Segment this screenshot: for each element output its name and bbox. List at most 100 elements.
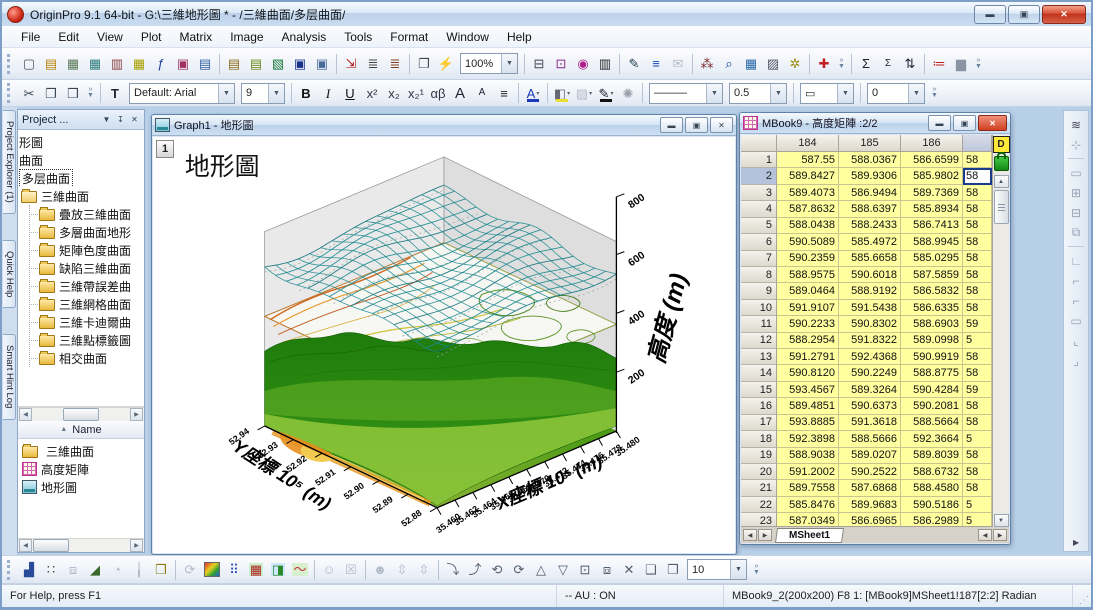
matrix-cell-partial[interactable]: 58 [963,234,992,250]
new-folder-icon[interactable]: ▤ [40,53,62,74]
file-item[interactable]: 三維曲面 [22,442,144,460]
matrix-row-header[interactable]: 7 [741,251,777,267]
tree-subfolder[interactable]: 相交曲面 [31,349,144,367]
toolbar-overflow-button[interactable]: »▼ [750,559,763,581]
script-window-icon[interactable]: ▨ [762,53,784,74]
side-tab-quick-help[interactable]: Quick Help [3,240,16,308]
cube-large-icon[interactable]: ❒ [662,559,684,580]
matrix-cell-partial[interactable]: 58 [963,448,992,464]
matrix-row-header[interactable]: 20 [741,464,777,480]
toolbar-overflow-button[interactable]: »▼ [835,53,848,75]
scroll-right-icon[interactable]: ▶ [130,408,143,421]
matrix-cell[interactable]: 590.2249 [839,365,901,381]
matrix-cell[interactable]: 591.3618 [839,415,901,431]
matrix-row-header[interactable]: 17 [741,415,777,431]
sort-icon[interactable]: ⇅ [899,53,921,74]
matrix-row-header[interactable]: 14 [741,365,777,381]
open-template-icon[interactable]: ▤ [245,53,267,74]
box-plot-icon[interactable]: ⧈ [62,559,84,580]
matrix-cell-partial[interactable]: 5 [963,497,992,513]
toolbar-overflow-button[interactable]: »▼ [84,82,97,104]
matrix-cell-partial[interactable]: 58 [963,300,992,316]
file-list-horizontal-scrollbar[interactable]: ◀ ▶ [18,538,144,552]
toolbar-grip[interactable] [7,83,14,103]
subscript-button[interactable]: x₂ [383,83,405,104]
fit-frame-icon[interactable]: ⊡ [574,559,596,580]
matrix-row-header[interactable]: 16 [741,398,777,414]
matrix-cell[interactable]: 588.0438 [777,218,839,234]
file-item[interactable]: 地形圖 [22,478,144,496]
new-matrix-icon[interactable]: ▦ [84,53,106,74]
close-button[interactable]: ✕ [1042,5,1086,24]
matrix-row-header[interactable]: 18 [741,431,777,447]
matrix-cell[interactable]: 592.3898 [777,431,839,447]
toolbar-grip[interactable] [7,560,14,580]
matrix-cell[interactable]: 588.5664 [901,415,963,431]
menu-image[interactable]: Image [221,28,272,46]
3d-colormap-surface-icon[interactable] [201,559,223,580]
matrix-window[interactable]: MBook9 - 高度矩陣 :2/2 ▬ ▣ ✕ 184185186 1587.… [739,112,1011,545]
profile-plot-icon[interactable]: 〜 [289,559,311,580]
matrix-cell[interactable]: 588.4580 [901,480,963,496]
matrix-cell[interactable]: 591.9107 [777,300,839,316]
polar-plot-icon[interactable]: ◔ [106,559,128,580]
matrix-cell[interactable]: 587.0349 [777,513,839,526]
tree-item[interactable]: 形圖 [19,133,144,151]
matrix-cell[interactable]: 586.6599 [901,152,963,168]
minimize-button[interactable]: ▬ [974,5,1006,24]
matrix-cell[interactable]: 589.8039 [901,448,963,464]
new-notes-icon[interactable]: ▤ [194,53,216,74]
matrix-row-header[interactable]: 9 [741,283,777,299]
matrix-row-header[interactable]: 23 [741,513,777,526]
scroll-left-icon[interactable]: ◀ [978,529,992,541]
rotate-up-icon[interactable]: ⤴ [464,559,486,580]
matrix-row-header[interactable]: 5 [741,218,777,234]
supersubscript-button[interactable]: x₂¹ [405,83,427,104]
stock-plot-icon[interactable]: ╽ [128,559,150,580]
matrix-window-title-bar[interactable]: MBook9 - 高度矩陣 :2/2 ▬ ▣ ✕ [740,113,1010,134]
matrix-cell[interactable]: 586.9494 [839,185,901,201]
matrix-cell-partial[interactable]: 59 [963,382,992,398]
paste-icon[interactable]: ❒ [62,83,84,104]
matrix-cell[interactable]: 588.6397 [839,201,901,217]
matrix-cell[interactable]: 591.2791 [777,349,839,365]
matrix-cell[interactable]: 591.8322 [839,333,901,349]
tree-subfolder[interactable]: 缺陷三維曲面 [31,259,144,277]
menu-view[interactable]: View [88,28,132,46]
ascending-bars-icon[interactable]: ▆ [950,53,972,74]
matrix-cell[interactable]: 586.2989 [901,513,963,526]
scatter-plot-icon[interactable]: ∷ [40,559,62,580]
scroll-up-icon[interactable]: ▲ [994,175,1009,188]
matrix-column-header-185[interactable]: 185 [839,135,901,152]
matrix-cell-partial[interactable]: 58 [963,283,992,299]
minimize-icon[interactable]: ▬ [660,117,683,133]
axis-right-icon[interactable]: ⌐ [1066,291,1086,310]
matrix-cell[interactable]: 588.9038 [777,448,839,464]
matrix-cell[interactable]: 590.2081 [901,398,963,414]
font-size-select[interactable]: 9▼ [241,83,285,104]
layout-stack-icon[interactable]: ⊟ [1066,203,1086,222]
matrix-cell-partial[interactable]: 5 [963,333,992,349]
add-column-icon[interactable]: ✚ [813,53,835,74]
mail-icon[interactable]: ✉ [667,53,689,74]
matrix-cell[interactable]: 588.0367 [839,152,901,168]
matrix-cell[interactable]: 590.6018 [839,267,901,283]
matrix-cell[interactable]: 592.4368 [839,349,901,365]
rotate-down-icon[interactable]: ⤵ [442,559,464,580]
axis-left-bottom-icon[interactable]: ∟ [1066,251,1086,270]
layout-grid-icon[interactable]: ⊞ [1066,183,1086,202]
file-item[interactable]: 高度矩陣 [22,460,144,478]
mask-range-icon[interactable]: ☒ [340,559,362,580]
tree-item[interactable]: 曲面 [19,151,144,169]
italic-button[interactable]: I [317,83,339,104]
matrix-cell[interactable]: 585.8476 [777,497,839,513]
find-icon[interactable]: ⌕ [718,53,740,74]
layout-overlay-icon[interactable]: ⧉ [1066,223,1086,242]
matrix-cell[interactable]: 589.8427 [777,168,839,184]
import-wizard-icon[interactable]: ⇲ [340,53,362,74]
set-values-icon[interactable]: ≔ [928,53,950,74]
restore-icon[interactable]: ▣ [685,117,708,133]
matrix-cell[interactable]: 586.7413 [901,218,963,234]
unmask-icon[interactable]: ☻ [369,559,391,580]
decrease-font-button[interactable]: A [471,83,493,104]
